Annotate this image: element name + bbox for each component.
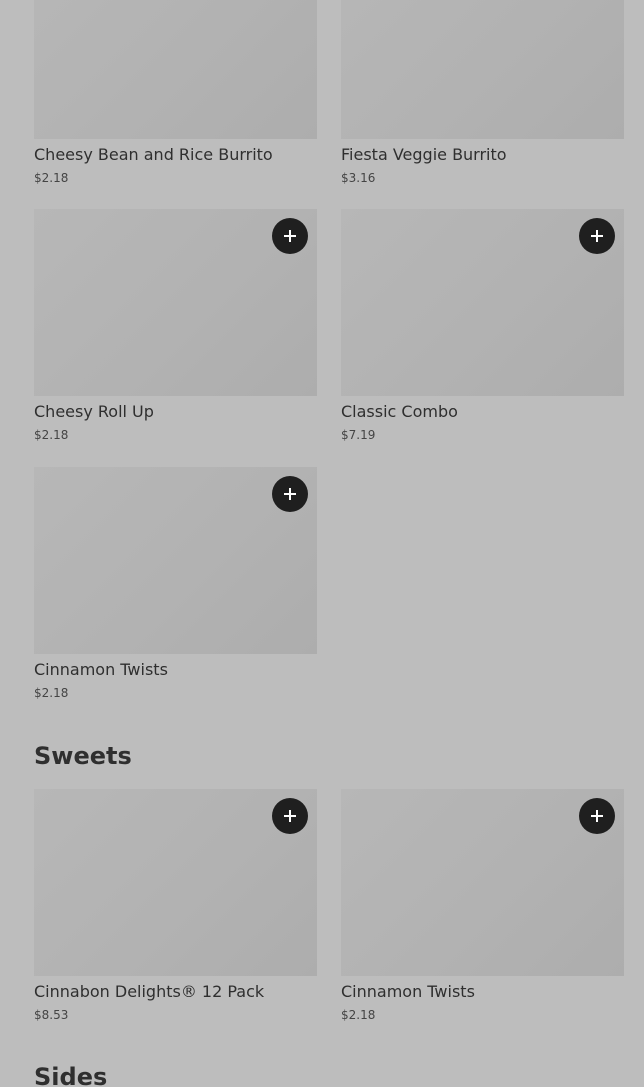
section-title: Sides (34, 1063, 108, 1087)
plus-icon (591, 810, 603, 822)
menu-item-name[interactable]: Cinnamon Twists (34, 660, 317, 680)
menu-item-image[interactable] (341, 789, 624, 976)
menu-item-price: $2.18 (341, 1008, 376, 1022)
menu-item-image[interactable] (34, 789, 317, 976)
menu-item-card[interactable]: Cheesy Bean and Rice Burrito $2.18 (34, 0, 317, 187)
menu-item-image[interactable] (34, 209, 317, 396)
menu-item-card[interactable]: Fiesta Veggie Burrito $3.16 (341, 0, 624, 187)
menu-item-card[interactable]: Cinnamon Twists $2.18 (341, 789, 624, 1024)
menu-item-name[interactable]: Cinnabon Delights® 12 Pack (34, 982, 317, 1002)
menu-item-image[interactable] (341, 0, 624, 139)
add-item-button[interactable] (579, 798, 615, 834)
menu-item-card[interactable]: Cinnabon Delights® 12 Pack $8.53 (34, 789, 317, 1024)
sweets-section: Sweets Cinnabon Delights® 12 Pack $8.53 … (0, 740, 644, 1040)
add-item-button[interactable] (579, 218, 615, 254)
menu-grid-top: Cheesy Bean and Rice Burrito $2.18 Fiest… (0, 0, 644, 710)
add-item-button[interactable] (272, 476, 308, 512)
menu-item-price: $2.18 (34, 686, 69, 700)
menu-item-card[interactable]: Cinnamon Twists $2.18 (34, 467, 317, 702)
plus-icon (284, 488, 296, 500)
menu-item-price: $2.18 (34, 171, 69, 185)
menu-item-name[interactable]: Classic Combo (341, 402, 624, 422)
section-title: Sweets (34, 742, 132, 770)
menu-item-image[interactable] (34, 0, 317, 139)
plus-icon (284, 810, 296, 822)
menu-item-name[interactable]: Cheesy Bean and Rice Burrito (34, 145, 317, 165)
menu-item-price: $2.18 (34, 428, 69, 442)
menu-item-price: $8.53 (34, 1008, 69, 1022)
add-item-button[interactable] (272, 798, 308, 834)
plus-icon (591, 230, 603, 242)
menu-item-name[interactable]: Fiesta Veggie Burrito (341, 145, 624, 165)
add-item-button[interactable] (272, 218, 308, 254)
plus-icon (284, 230, 296, 242)
menu-item-card[interactable]: Cheesy Roll Up $2.18 (34, 209, 317, 444)
menu-item-card[interactable]: Classic Combo $7.19 (341, 209, 624, 444)
menu-item-image[interactable] (34, 467, 317, 654)
menu-item-name[interactable]: Cheesy Roll Up (34, 402, 317, 422)
menu-item-name[interactable]: Cinnamon Twists (341, 982, 624, 1002)
sides-section: Sides (0, 1060, 644, 1087)
menu-page: Cheesy Bean and Rice Burrito $2.18 Fiest… (0, 0, 644, 1087)
menu-item-price: $3.16 (341, 171, 376, 185)
menu-item-image[interactable] (341, 209, 624, 396)
menu-item-price: $7.19 (341, 428, 376, 442)
